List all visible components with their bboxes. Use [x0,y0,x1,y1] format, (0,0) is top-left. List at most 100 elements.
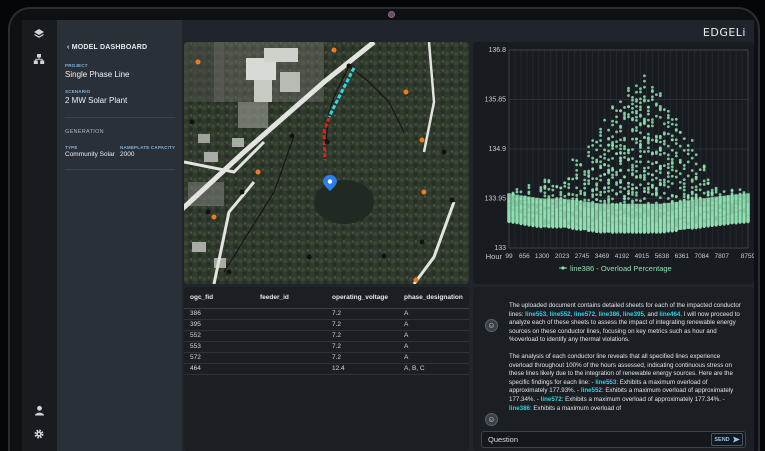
x-axis-label: Hour [486,252,503,261]
data-point [607,171,610,175]
data-point [666,162,670,166]
data-point [647,136,650,140]
legend-label: line386 - Overload Percentage [570,264,672,273]
x-tick-label: 4192 [615,253,630,260]
data-point [651,90,654,94]
table-row[interactable]: 464 12.4 A, B, C [184,363,469,375]
data-point [639,139,642,143]
data-point [599,174,603,178]
network-icon[interactable] [31,51,47,67]
data-point [666,132,670,136]
layers-icon[interactable] [31,26,47,42]
gear-icon[interactable] [31,426,47,442]
data-point [662,191,666,195]
user-icon[interactable] [31,402,47,418]
data-point [651,98,654,102]
data-point [706,190,710,194]
table-row[interactable]: 552 7.2 A [184,330,469,342]
data-point [666,113,670,117]
col-phase-designation[interactable]: phase_designation [398,287,469,309]
data-band [690,199,695,229]
col-operating-voltage[interactable]: operating_voltage [326,287,398,309]
data-point [670,194,674,198]
data-band [666,202,671,232]
data-point [722,190,726,193]
col-feeder-id[interactable]: feeder_id [254,287,326,309]
data-band [511,193,515,223]
data-point [575,186,579,190]
data-point [599,127,603,131]
data-point [627,86,630,90]
send-button[interactable]: SEND [711,433,743,446]
data-point [662,142,666,146]
table-row[interactable]: 572 7.2 A [184,352,469,364]
data-point [658,148,662,152]
data-point [670,122,674,126]
data-point [547,187,551,191]
data-band [718,196,722,225]
data-point [670,160,674,164]
data-point [587,169,591,173]
data-point [623,151,626,155]
x-tick-label: 7084 [695,253,710,260]
data-point [694,188,698,192]
data-point [639,149,642,153]
overload-chart: 136.8 135.85 134.9 133.95 133 99 656 1300 2023 27… [473,42,754,284]
data-point [710,188,714,192]
data-point [615,183,618,186]
data-point [599,190,603,194]
data-point [635,175,638,178]
data-point [627,105,630,109]
data-point [658,136,662,140]
back-to-dashboard-link[interactable]: ‹ MODEL DASHBOARD [67,44,147,51]
data-point [730,192,734,195]
data-band [566,199,571,229]
data-point [627,181,630,185]
data-point [631,102,634,106]
data-point [635,191,638,195]
data-point [639,122,642,125]
data-point [678,186,682,190]
assistant-avatar-icon: ☺ [485,413,498,426]
data-point [591,188,595,192]
data-band [574,200,579,230]
question-input[interactable] [488,435,708,444]
data-point [547,179,551,182]
table-row[interactable]: 553 7.2 A [184,341,469,353]
data-point [682,182,686,186]
data-point [658,153,662,156]
data-point [666,197,670,200]
data-point [666,153,670,157]
data-point [694,185,698,189]
data-point [654,114,658,118]
data-band [678,201,683,230]
table-row[interactable]: 386 7.2 A [184,308,469,320]
data-point [658,140,662,144]
x-tick-label: 8759 [741,253,754,260]
data-point [666,171,670,175]
data-point [611,176,614,179]
x-tick-label: 4915 [635,253,650,260]
data-point [619,185,622,189]
data-point [587,198,591,202]
satellite-map[interactable] [184,42,469,284]
data-point [674,123,678,127]
data-point [579,189,583,193]
data-band [626,203,631,233]
data-point [654,176,658,180]
overload-scatter-plot: 136.8 135.85 134.9 133.95 13399 656 1300 2023 27… [485,47,754,273]
data-point [654,103,658,107]
table-row[interactable]: 395 7.2 A [184,319,469,331]
data-point [674,151,678,155]
data-point [623,195,626,198]
data-point [670,148,674,152]
type-value: Community Solar [65,151,115,158]
data-band [590,202,595,232]
col-ogc-fid[interactable]: ogc_fid [184,287,254,309]
data-point [631,183,634,187]
data-point [603,156,606,160]
data-point [651,152,654,156]
data-point [527,190,531,194]
data-point [515,190,519,194]
data-band [694,199,699,228]
